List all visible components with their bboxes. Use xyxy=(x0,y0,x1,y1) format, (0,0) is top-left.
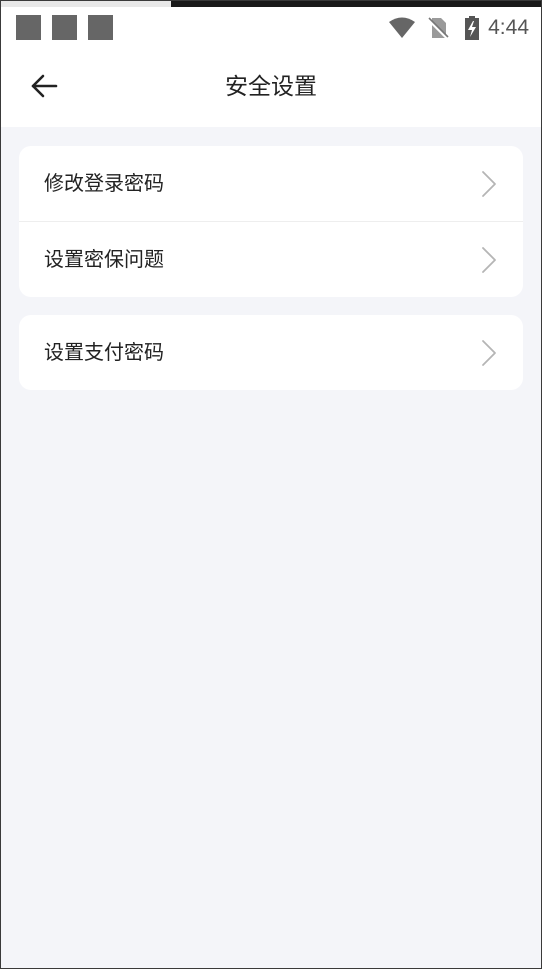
list-item-label: 设置支付密码 xyxy=(44,340,164,364)
navigation-header: 安全设置 xyxy=(1,49,541,127)
page-title: 安全设置 xyxy=(225,74,317,100)
chevron-right-icon xyxy=(482,171,496,197)
list-item-label: 设置密保问题 xyxy=(44,247,164,271)
change-login-password-item[interactable]: 修改登录密码 xyxy=(19,146,523,221)
settings-card-payment: 设置支付密码 xyxy=(19,315,523,390)
status-bar: 4:44 xyxy=(1,7,541,49)
payment-password-item[interactable]: 设置支付密码 xyxy=(19,315,523,390)
status-time: 4:44 xyxy=(488,16,529,39)
notification-square-icon xyxy=(16,15,41,40)
chevron-right-icon xyxy=(482,340,496,366)
status-icons: 4:44 xyxy=(388,13,529,43)
list-item-label: 修改登录密码 xyxy=(44,171,164,195)
notification-square-icon xyxy=(88,15,113,40)
battery-charging-icon xyxy=(465,16,480,40)
app-screen: 4:44 安全设置 修改登录密码 设置密保问题 设置支付密码 xyxy=(0,0,542,969)
chevron-right-icon xyxy=(482,247,496,273)
notification-square-icon xyxy=(52,15,77,40)
security-question-item[interactable]: 设置密保问题 xyxy=(19,221,523,297)
settings-card-password: 修改登录密码 设置密保问题 xyxy=(19,146,523,297)
wifi-icon xyxy=(389,17,416,38)
no-sim-icon xyxy=(427,17,450,40)
